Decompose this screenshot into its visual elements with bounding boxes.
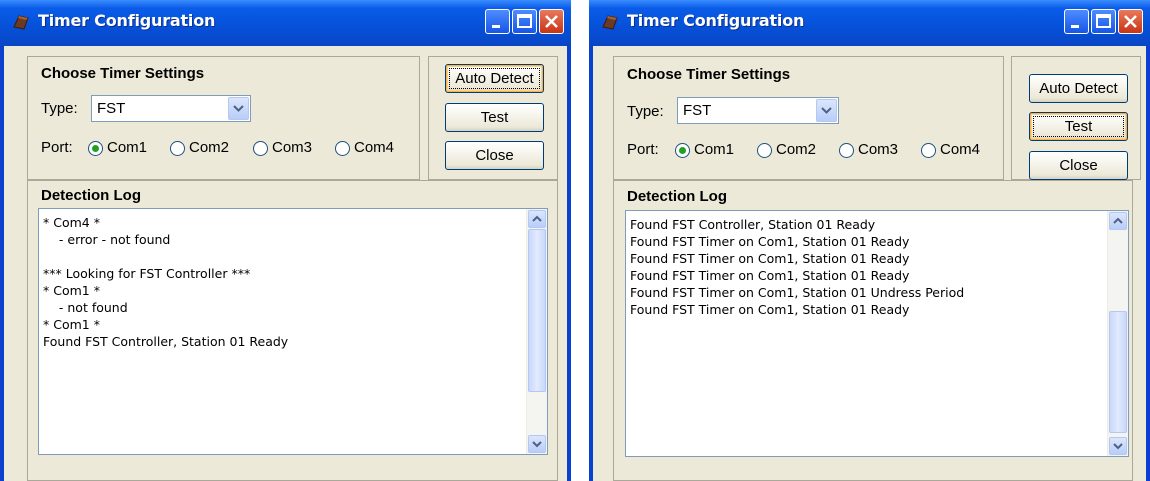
maximize-icon	[517, 14, 532, 28]
minimize-icon	[492, 25, 500, 28]
maximize-button[interactable]	[1091, 9, 1116, 34]
auto-detect-button[interactable]: Auto Detect	[445, 64, 544, 93]
auto-detect-button[interactable]: Auto Detect	[1029, 74, 1128, 103]
radio-com3-label[interactable]: Com3	[272, 139, 312, 156]
radio-com2-label[interactable]: Com2	[189, 139, 229, 156]
settings-header: Choose Timer Settings	[41, 65, 205, 82]
type-select[interactable]: FST	[91, 95, 251, 122]
minimize-icon	[1071, 25, 1079, 28]
radio-com1-label[interactable]: Com1	[694, 141, 734, 158]
dropdown-arrow[interactable]	[816, 99, 837, 122]
log-line: * Com1 *	[43, 317, 100, 332]
test-button[interactable]: Test	[445, 103, 544, 132]
type-select[interactable]: FST	[677, 97, 839, 124]
chevron-down-icon	[532, 441, 542, 448]
type-select-value: FST	[683, 102, 712, 119]
client-area: Choose Timer Settings Type: FST Port: Co…	[593, 46, 1146, 481]
radio-com2[interactable]	[170, 141, 185, 156]
chevron-up-icon	[532, 215, 542, 222]
radio-com4-label[interactable]: Com4	[354, 139, 394, 156]
log-line: Found FST Timer on Com1, Station 01 Read…	[630, 251, 910, 266]
log-header: Detection Log	[627, 188, 727, 205]
settings-header: Choose Timer Settings	[627, 66, 791, 83]
log-header: Detection Log	[41, 187, 141, 204]
action-buttons-group: Auto Detect Test Close	[1011, 56, 1141, 180]
detection-log-group: Detection Log Found FST Controller, Stat…	[613, 180, 1133, 481]
maximize-button[interactable]	[512, 9, 537, 34]
chevron-down-icon	[233, 105, 244, 112]
maximize-icon	[1096, 14, 1111, 28]
radio-com4-label[interactable]: Com4	[940, 141, 980, 158]
type-label: Type:	[627, 103, 664, 120]
log-line: Found FST Timer on Com1, Station 01 Undr…	[630, 285, 965, 300]
timer-settings-group: Choose Timer Settings Type: FST Port: Co…	[27, 56, 420, 180]
radio-com3[interactable]	[253, 141, 268, 156]
log-line: Found FST Timer on Com1, Station 01 Read…	[630, 234, 910, 249]
log-line: * Com4 *	[43, 215, 100, 230]
scroll-up-button[interactable]	[528, 210, 546, 228]
dropdown-arrow[interactable]	[228, 97, 249, 120]
timer-config-window-right: Timer Configuration Choose Timer Setting…	[589, 0, 1150, 481]
client-area: Choose Timer Settings Type: FST Port: Co…	[4, 46, 567, 481]
radio-com1[interactable]	[88, 141, 103, 156]
window-title: Timer Configuration	[627, 11, 805, 30]
title-bar[interactable]: Timer Configuration	[589, 0, 1150, 46]
chevron-down-icon	[1113, 443, 1123, 450]
app-icon	[602, 15, 618, 30]
scroll-down-button[interactable]	[528, 435, 546, 453]
app-icon	[13, 15, 29, 30]
timer-config-window-left: Timer Configuration Choose Timer Setting…	[0, 0, 571, 481]
scroll-thumb[interactable]	[1109, 311, 1127, 433]
timer-settings-group: Choose Timer Settings Type: FST Port: Co…	[613, 56, 1004, 180]
radio-com1[interactable]	[675, 143, 690, 158]
radio-com3[interactable]	[839, 143, 854, 158]
log-line: - not found	[43, 300, 128, 315]
port-label: Port:	[627, 141, 659, 158]
radio-com2-label[interactable]: Com2	[776, 141, 816, 158]
type-select-value: FST	[97, 100, 126, 117]
log-line: Found FST Timer on Com1, Station 01 Read…	[630, 302, 910, 317]
radio-com2[interactable]	[757, 143, 772, 158]
type-label: Type:	[41, 100, 78, 117]
detection-log-textarea[interactable]: Found FST Controller, Station 01 Ready F…	[625, 210, 1129, 457]
radio-com4[interactable]	[335, 141, 350, 156]
scroll-down-button[interactable]	[1109, 437, 1127, 455]
close-button[interactable]: Close	[1029, 151, 1128, 180]
detection-log-group: Detection Log * Com4 * - error - not fou…	[27, 180, 558, 481]
chevron-up-icon	[1113, 217, 1123, 224]
radio-com3-label[interactable]: Com3	[858, 141, 898, 158]
title-bar[interactable]: Timer Configuration	[0, 0, 571, 46]
radio-com1-label[interactable]: Com1	[107, 139, 147, 156]
log-scrollbar[interactable]	[1107, 211, 1128, 456]
log-line: - error - not found	[43, 232, 171, 247]
close-icon	[1124, 15, 1137, 28]
log-line: Found FST Timer on Com1, Station 01 Read…	[630, 268, 910, 283]
detection-log-textarea[interactable]: * Com4 * - error - not found *** Looking…	[38, 208, 548, 455]
minimize-button[interactable]	[485, 9, 510, 34]
log-line: Found FST Controller, Station 01 Ready	[43, 334, 289, 349]
chevron-down-icon	[821, 107, 832, 114]
scroll-thumb[interactable]	[528, 229, 546, 392]
log-scrollbar[interactable]	[526, 209, 547, 454]
scroll-up-button[interactable]	[1109, 212, 1127, 230]
action-buttons-group: Auto Detect Test Close	[428, 56, 558, 180]
window-title: Timer Configuration	[38, 11, 216, 30]
radio-com4[interactable]	[921, 143, 936, 158]
close-window-button[interactable]	[539, 9, 564, 34]
test-button[interactable]: Test	[1029, 112, 1128, 141]
minimize-button[interactable]	[1064, 9, 1089, 34]
close-button[interactable]: Close	[445, 141, 544, 170]
log-line: * Com1 *	[43, 283, 100, 298]
log-line: Found FST Controller, Station 01 Ready	[630, 217, 876, 232]
port-label: Port:	[41, 139, 73, 156]
log-line: *** Looking for FST Controller ***	[43, 266, 251, 281]
close-icon	[545, 15, 558, 28]
close-window-button[interactable]	[1118, 9, 1143, 34]
